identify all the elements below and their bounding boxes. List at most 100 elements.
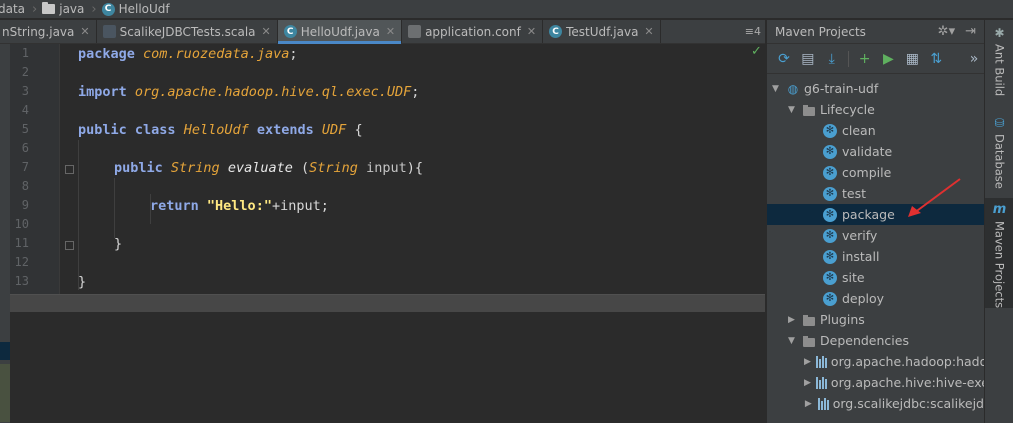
line-number: 10 [14, 217, 29, 231]
tab-testudf-java[interactable]: C TestUdf.java ✕ [543, 20, 661, 43]
maven-panel-title: Maven Projects [775, 24, 866, 39]
database-icon: ⛁ [994, 116, 1005, 130]
breadcrumb-item-java[interactable]: java [42, 0, 88, 18]
folder-icon [802, 313, 816, 327]
editor-current-line-strip [10, 294, 765, 312]
java-class-icon: C [101, 2, 115, 16]
keyword-token: public [78, 122, 127, 138]
line-number: 4 [21, 103, 29, 117]
lifecycle-label: Lifecycle [820, 102, 875, 117]
lifecycle-goal-deploy[interactable]: ✻ deploy [767, 288, 984, 309]
editor-empty-area[interactable] [10, 312, 765, 423]
collapse-arrow-icon[interactable]: ▶ [804, 357, 811, 367]
lifecycle-goal-clean[interactable]: ✻ clean [767, 120, 984, 141]
tab-label: ScalikeJDBCTests.scala [119, 24, 256, 39]
tree-item-dependencies[interactable]: ▼ Dependencies [767, 330, 984, 351]
code-editor[interactable]: package com.ruozedata.java; import org.a… [60, 44, 765, 294]
right-tool-stripe: ✱ Ant Build ⛁ Database m Maven Projects [984, 20, 1013, 423]
tab-overflow-count: 4 [754, 25, 761, 38]
line-number: 13 [14, 274, 29, 288]
close-icon[interactable]: ✕ [80, 25, 89, 38]
tab-application-conf[interactable]: application.conf ✕ [402, 20, 544, 43]
gear-icon: ✻ [823, 207, 837, 222]
close-icon[interactable]: ✕ [527, 25, 536, 38]
breadcrumb-item-data[interactable]: data [0, 0, 29, 18]
left-strip-selection [0, 342, 10, 360]
hide-panel-icon[interactable]: ⇥ [965, 24, 976, 39]
code-line-class-decl: public class HelloUdf extends UDF { [78, 122, 363, 138]
close-icon[interactable]: ✕ [386, 25, 395, 38]
tab-label: nString.java [2, 24, 75, 39]
type-token: String [170, 160, 220, 176]
toggle-offline-icon[interactable]: ⇅ [926, 49, 946, 69]
tab-scalikejdbc-tests[interactable]: ScalikeJDBCTests.scala ✕ [97, 20, 278, 43]
tab-label: application.conf [425, 24, 521, 39]
close-icon[interactable]: ✕ [644, 25, 653, 38]
dependency-item[interactable]: ▶ org.apache.hive:hive-exe [767, 372, 984, 393]
dependency-label: org.scalikejdbc:scalikejd [832, 396, 984, 411]
collapse-arrow-icon[interactable]: ▶ [804, 378, 811, 388]
expand-arrow-icon[interactable]: ▼ [786, 336, 797, 346]
breadcrumb-label: HelloUdf [118, 2, 170, 16]
maven-toolbar: ⟳ ▤ ⤓ + ▶ ▦ ⇅ » [767, 44, 984, 74]
expand-arrow-icon[interactable]: ▼ [770, 84, 781, 94]
fold-marker-icon[interactable] [65, 241, 74, 250]
run-icon[interactable]: ▶ [879, 49, 899, 69]
fold-marker-icon[interactable] [65, 165, 74, 174]
tree-item-project[interactable]: ▼ ◍ g6-train-udf [767, 78, 984, 99]
keyword-token: public [114, 160, 163, 176]
library-icon [817, 397, 829, 410]
tab-nstring-java[interactable]: nString.java ✕ [0, 20, 97, 43]
lifecycle-goal-install[interactable]: ✻ install [767, 246, 984, 267]
dependency-label: org.apache.hadoop:hado [830, 354, 984, 369]
maven-module-icon: ◍ [787, 81, 799, 96]
tab-hellou-java[interactable]: C HelloUdf.java ✕ [277, 20, 403, 44]
tool-tab-label: Database [992, 134, 1007, 189]
breadcrumb-item-hellou[interactable]: C HelloUdf [101, 0, 174, 18]
execute-goal-icon[interactable]: ▦ [902, 49, 922, 69]
download-icon[interactable]: ⤓ [822, 49, 842, 69]
inspection-ok-icon[interactable]: ✓ [751, 44, 762, 59]
java-class-icon: C [283, 25, 297, 38]
line-number: 8 [21, 179, 29, 193]
lifecycle-goal-site[interactable]: ✻ site [767, 267, 984, 288]
tab-overflow-button[interactable]: ≡ 4 [741, 20, 765, 43]
line-number: 11 [14, 236, 29, 250]
expand-arrow-icon[interactable]: ▼ [786, 105, 797, 115]
reimport-icon[interactable]: ⟳ [774, 49, 794, 69]
tab-label: TestUdf.java [566, 24, 639, 39]
settings-gear-icon[interactable]: ✲▾ [938, 24, 955, 39]
add-icon[interactable]: + [855, 49, 875, 69]
config-file-icon [408, 25, 422, 38]
close-icon[interactable]: ✕ [262, 25, 271, 38]
more-icon[interactable]: » [964, 49, 984, 69]
tree-item-lifecycle[interactable]: ▼ Lifecycle [767, 99, 984, 120]
library-icon [815, 355, 827, 368]
tool-tab-maven-projects[interactable]: m Maven Projects [985, 198, 1013, 308]
gear-icon: ✻ [823, 186, 837, 201]
code-line-import: import org.apache.hadoop.hive.ql.exec.UD… [78, 84, 420, 100]
dependency-item[interactable]: ▶ org.apache.hadoop:hado [767, 351, 984, 372]
goal-label: site [842, 270, 865, 285]
list-icon: ≡ [744, 25, 754, 38]
tool-tab-database[interactable]: ⛁ Database [985, 112, 1013, 204]
dependency-item[interactable]: ▶ org.scalikejdbc:scalikejd [767, 393, 984, 414]
dependency-label: org.apache.hive:hive-exe [830, 375, 984, 390]
goal-label: package [842, 207, 895, 222]
collapse-arrow-icon[interactable]: ▶ [804, 399, 813, 409]
goal-label: test [842, 186, 867, 201]
lifecycle-goal-validate[interactable]: ✻ validate [767, 141, 984, 162]
tool-tab-ant-build[interactable]: ✱ Ant Build [985, 22, 1013, 104]
indent-guide [114, 178, 115, 238]
chevron-right-icon: › [32, 1, 38, 17]
maven-icon: m [992, 202, 1007, 217]
tree-item-plugins[interactable]: ▶ Plugins [767, 309, 984, 330]
add-folder-icon[interactable]: ▤ [798, 49, 818, 69]
plugins-label: Plugins [820, 312, 865, 327]
maven-projects-panel: Maven Projects ✲▾ ⇥ ⟳ ▤ ⤓ + ▶ ▦ ⇅ » ▼ ◍ … [766, 20, 984, 423]
lifecycle-goal-verify[interactable]: ✻ verify [767, 225, 984, 246]
collapse-arrow-icon[interactable]: ▶ [786, 315, 797, 325]
breadcrumb-label: data [0, 2, 26, 16]
java-class-icon: C [549, 25, 563, 38]
editor-tab-bar: nString.java ✕ ScalikeJDBCTests.scala ✕ … [0, 20, 765, 44]
